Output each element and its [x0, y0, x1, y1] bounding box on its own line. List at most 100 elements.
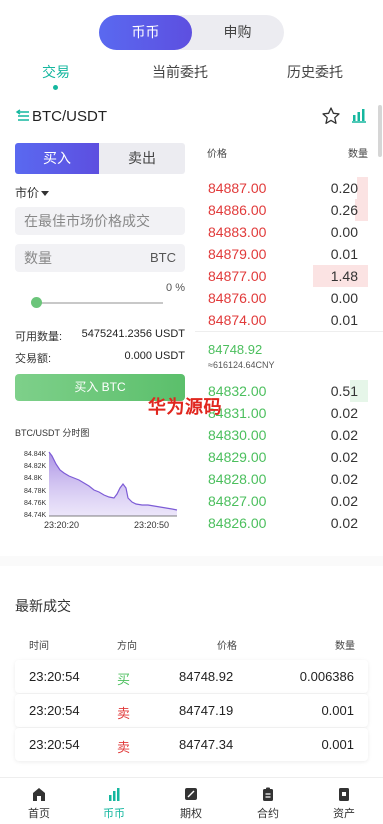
order-price: 84886.00: [208, 202, 267, 218]
trade-row: 23:20:54 卖 84747.19 0.001: [15, 694, 368, 727]
order-price: 84827.00: [208, 493, 267, 509]
segment-subscribe-button[interactable]: 申购: [191, 15, 284, 50]
chevron-down-icon: [41, 191, 50, 197]
order-type-label: 市价: [15, 186, 40, 200]
nav-contract[interactable]: 合约: [238, 778, 298, 824]
available-label: 可用数量:: [15, 331, 63, 343]
nav-assets[interactable]: 资产: [314, 778, 374, 824]
trade-time: 23:20:54: [29, 737, 80, 752]
trade-qty: 0.001: [321, 703, 354, 718]
trade-row: 23:20:54 买 84748.92 0.006386: [15, 660, 368, 693]
order-qty: 0.02: [330, 449, 358, 465]
trades-direction-header: 方向: [117, 641, 137, 652]
order-qty: 0.02: [330, 405, 358, 421]
bid-row[interactable]: 84826.00 0.02: [195, 512, 368, 534]
watermark-text: 华为源码: [148, 397, 222, 417]
bid-row[interactable]: 84829.00 0.02: [195, 446, 368, 468]
order-price: 84877.00: [208, 268, 267, 284]
price-field[interactable]: 在最佳市场价格成交: [15, 207, 185, 235]
bid-row[interactable]: 84830.00 0.02: [195, 424, 368, 446]
trade-price: 84747.19: [179, 703, 234, 718]
order-qty: 0.02: [330, 427, 358, 443]
ask-row[interactable]: 84887.00 0.20: [195, 177, 368, 199]
order-price: 84828.00: [208, 471, 267, 487]
x-tick-label: 23:20:50: [134, 520, 169, 530]
order-price: 84826.00: [208, 515, 267, 531]
ask-row[interactable]: 84883.00 0.00: [195, 221, 368, 243]
ask-row[interactable]: 84879.00 0.01: [195, 243, 368, 265]
y-tick-label: 84.84K: [24, 451, 47, 458]
trade-row: 23:20:54 卖 84747.34 0.001: [15, 728, 368, 761]
ask-row[interactable]: 84874.00 0.01: [195, 309, 368, 331]
orderbook-price-header: 价格: [207, 149, 227, 160]
nav-label: 资产: [333, 808, 355, 820]
ask-row[interactable]: 84876.00 0.00: [195, 287, 368, 309]
order-qty: 1.48: [330, 268, 358, 284]
available-value: 5475241.2356 USDT: [81, 328, 185, 340]
orderbook-qty-header: 数量: [348, 149, 368, 160]
tab-open-orders[interactable]: 当前委托: [152, 62, 208, 82]
market-segment: 币币 申购: [99, 15, 284, 50]
trades-time-header: 时间: [29, 641, 49, 652]
nav-options[interactable]: 期权: [161, 778, 221, 824]
percent-slider[interactable]: [36, 302, 163, 304]
last-price: 84748.92: [208, 342, 263, 357]
x-tick-label: 23:20:20: [44, 520, 79, 530]
amount-input[interactable]: 数量 BTC: [15, 244, 185, 272]
trade-time: 23:20:54: [29, 669, 80, 684]
ask-row[interactable]: 84877.00 1.48: [195, 265, 368, 287]
order-price: 84883.00: [208, 224, 267, 240]
sell-tab-button[interactable]: 卖出: [99, 143, 185, 174]
section-divider: [0, 556, 383, 566]
segment-spot-button[interactable]: 币币: [99, 15, 192, 50]
bar-chart-icon: [109, 788, 120, 801]
volume-label: 交易额:: [15, 353, 52, 365]
order-price: 84829.00: [208, 449, 267, 465]
bid-row[interactable]: 84828.00 0.02: [195, 468, 368, 490]
mini-price-chart: 84.84K 84.82K 84.8K 84.78K 84.76K 84.74K…: [24, 451, 178, 530]
scrollbar[interactable]: [378, 105, 382, 157]
latest-trades-title: 最新成交: [15, 598, 71, 614]
bottom-nav: 首页 币币 期权 合约 资产: [0, 777, 383, 824]
active-tab-indicator: [53, 85, 58, 90]
tab-order-history[interactable]: 历史委托: [287, 62, 343, 82]
y-tick-label: 84.74K: [24, 512, 47, 519]
home-icon: [33, 788, 45, 801]
order-type-select[interactable]: 市价: [15, 184, 50, 201]
amount-placeholder: 数量: [24, 250, 52, 266]
y-tick-label: 84.76K: [24, 500, 47, 507]
ask-row[interactable]: 84886.00 0.26: [195, 199, 368, 221]
volume-value: 0.000 USDT: [124, 350, 185, 362]
percent-readout: 0 %: [166, 282, 185, 294]
nav-spot[interactable]: 币币: [84, 778, 144, 824]
trade-qty: 0.006386: [299, 669, 354, 684]
tab-trade[interactable]: 交易: [42, 62, 70, 82]
nav-label: 期权: [180, 808, 202, 820]
wallet-icon: [339, 788, 349, 801]
buy-tab-button[interactable]: 买入: [15, 143, 99, 174]
kline-chart-icon[interactable]: [350, 106, 368, 124]
favorite-star-icon[interactable]: [321, 106, 341, 126]
mini-chart-title: BTC/USDT 分时图: [15, 428, 90, 438]
amount-unit: BTC: [150, 250, 176, 265]
trade-direction: 卖: [117, 706, 131, 721]
contract-icon: [263, 787, 273, 801]
order-qty: 0.01: [330, 312, 358, 328]
percent-slider-handle[interactable]: [31, 297, 42, 308]
order-price: 84887.00: [208, 180, 267, 196]
trade-qty: 0.001: [321, 737, 354, 752]
switch-pair-icon[interactable]: [15, 108, 31, 124]
y-tick-label: 84.82K: [24, 463, 47, 470]
order-price: 84876.00: [208, 290, 267, 306]
order-qty: 0.00: [330, 290, 358, 306]
trades-qty-header: 数量: [335, 641, 355, 652]
trade-price: 84747.34: [179, 737, 234, 752]
last-price-cny: ≈616124.64CNY: [208, 360, 275, 370]
pair-title[interactable]: BTC/USDT: [32, 108, 107, 125]
order-qty: 0.01: [330, 246, 358, 262]
order-qty: 0.02: [330, 471, 358, 487]
bid-row[interactable]: 84827.00 0.02: [195, 490, 368, 512]
order-qty: 0.26: [330, 202, 358, 218]
nav-home[interactable]: 首页: [9, 778, 69, 824]
price-placeholder: 在最佳市场价格成交: [24, 213, 150, 229]
